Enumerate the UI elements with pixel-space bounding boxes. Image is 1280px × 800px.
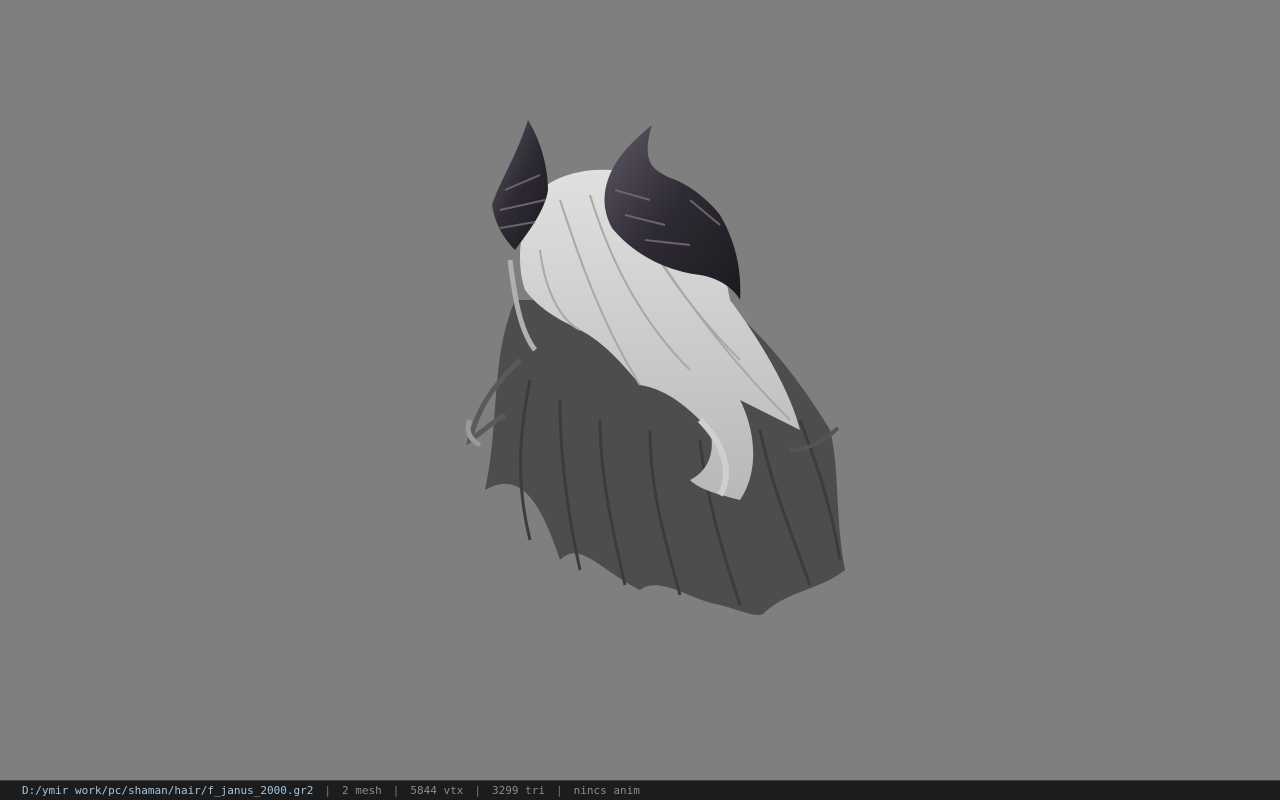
status-mesh-count: 2 mesh — [342, 784, 382, 797]
status-separator: | — [474, 784, 482, 797]
status-vertex-count: 5844 vtx — [410, 784, 464, 797]
model-render — [465, 120, 845, 615]
3d-viewport[interactable] — [0, 0, 1280, 780]
status-triangle-count: 3299 tri — [492, 784, 545, 797]
status-separator: | — [556, 784, 563, 797]
status-separator: | — [324, 784, 332, 797]
status-bar: D:/ymir work/pc/shaman/hair/f_janus_2000… — [0, 780, 1280, 800]
status-separator: | — [392, 784, 400, 797]
status-file-path: D:/ymir work/pc/shaman/hair/f_janus_2000… — [22, 784, 314, 797]
status-animation: nincs anim — [573, 784, 640, 797]
model-viewer-window: D:/ymir work/pc/shaman/hair/f_janus_2000… — [0, 0, 1280, 800]
